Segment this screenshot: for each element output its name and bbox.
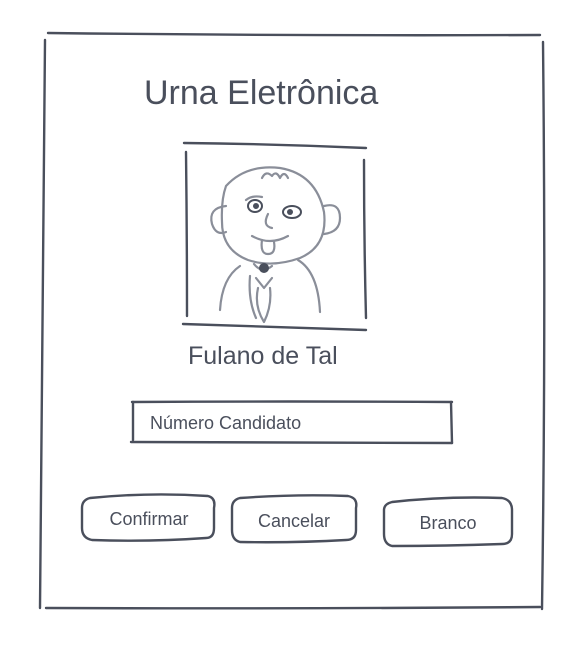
blank-vote-button[interactable]: Branco [386, 500, 510, 546]
page-title: Urna Eletrônica [144, 74, 379, 112]
candidate-name: Fulano de Tal [188, 342, 338, 370]
photo-frame [181, 141, 368, 332]
cancel-button[interactable]: Cancelar [232, 498, 356, 544]
confirm-button[interactable]: Confirmar [84, 496, 214, 542]
candidate-number-input[interactable] [136, 404, 448, 442]
person-caricature-icon [210, 166, 342, 324]
